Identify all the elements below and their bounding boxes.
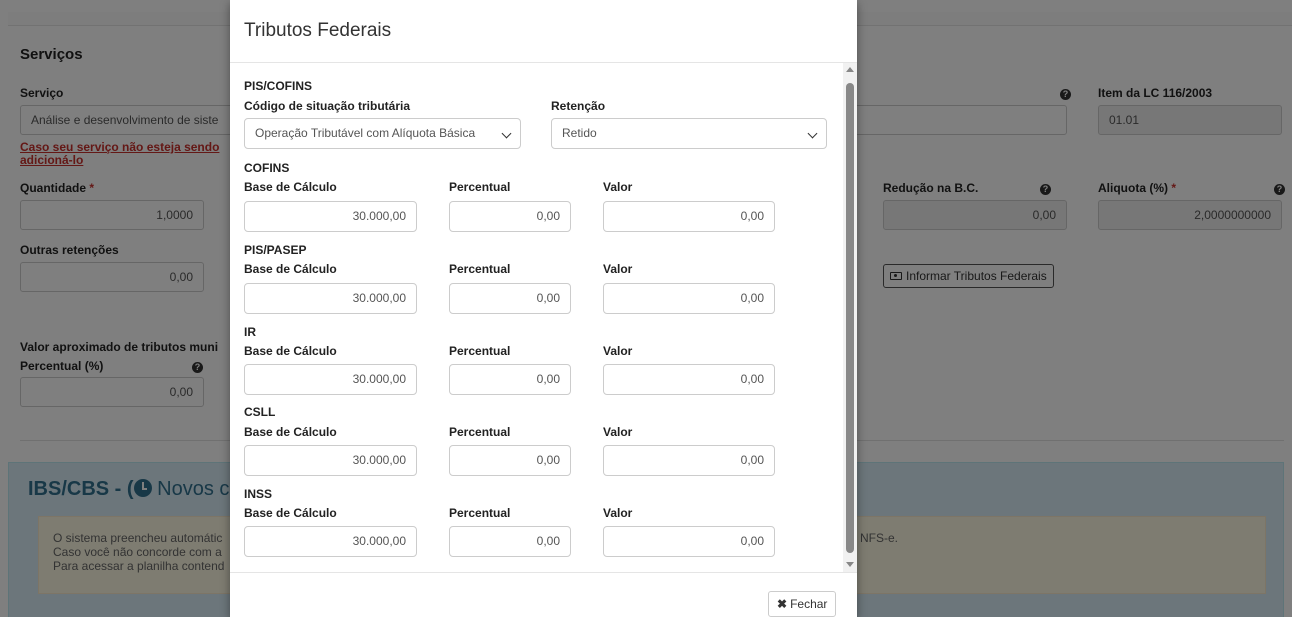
base-label: Base de Cálculo (244, 425, 337, 439)
retencao-select-value: Retido (562, 126, 597, 140)
percentual-label: Percentual (449, 506, 511, 520)
csll-base-input[interactable]: 30.000,00 (244, 445, 417, 476)
tributos-federais-modal: Tributos Federais PIS/COFINS Código de s… (230, 0, 857, 617)
retencao-select[interactable]: Retido (551, 118, 827, 149)
scroll-up-arrow-icon[interactable] (846, 67, 854, 72)
valor-label: Valor (603, 180, 633, 194)
cofins-valor-input[interactable]: 0,00 (603, 201, 775, 232)
valor-label: Valor (603, 506, 633, 520)
percentual-label: Percentual (449, 180, 511, 194)
percentual-label: Percentual (449, 344, 511, 358)
pis-cofins-title: PIS/COFINS (244, 79, 313, 93)
cofins-base-input[interactable]: 30.000,00 (244, 201, 417, 232)
group-title-pis-pasep: PIS/PASEP (244, 243, 307, 257)
pis-pasep-base-input[interactable]: 30.000,00 (244, 283, 417, 314)
valor-label: Valor (603, 425, 633, 439)
fechar-label: Fechar (790, 597, 828, 611)
modal-footer: ✖ Fechar (230, 572, 857, 617)
group-title-ir: IR (244, 325, 256, 339)
modal-title: Tributos Federais (244, 20, 392, 41)
group-title-cofins: COFINS (244, 161, 290, 175)
cst-select-value: Operação Tributável com Alíquota Básica (255, 126, 476, 140)
percentual-label: Percentual (449, 262, 511, 276)
base-label: Base de Cálculo (244, 180, 337, 194)
cofins-percentual-input[interactable]: 0,00 (449, 201, 571, 232)
ir-percentual-input[interactable]: 0,00 (449, 364, 571, 395)
inss-valor-input[interactable]: 0,00 (603, 526, 775, 557)
modal-body: PIS/COFINS Código de situação tributária… (230, 63, 857, 572)
base-label: Base de Cálculo (244, 344, 337, 358)
pis-pasep-valor-input[interactable]: 0,00 (603, 283, 775, 314)
csll-valor-input[interactable]: 0,00 (603, 445, 775, 476)
base-label: Base de Cálculo (244, 506, 337, 520)
percentual-label: Percentual (449, 425, 511, 439)
pis-pasep-percentual-input[interactable]: 0,00 (449, 283, 571, 314)
valor-label: Valor (603, 344, 633, 358)
retencao-label: Retenção (551, 99, 606, 113)
scroll-down-arrow-icon[interactable] (846, 562, 854, 567)
times-icon: ✖ (777, 597, 788, 611)
inss-base-input[interactable]: 30.000,00 (244, 526, 417, 557)
ir-base-input[interactable]: 30.000,00 (244, 364, 417, 395)
base-label: Base de Cálculo (244, 262, 337, 276)
modal-scrollbar[interactable] (843, 63, 857, 572)
csll-percentual-input[interactable]: 0,00 (449, 445, 571, 476)
modal-header: Tributos Federais (230, 0, 857, 63)
group-title-csll: CSLL (244, 405, 276, 419)
ir-valor-input[interactable]: 0,00 (603, 364, 775, 395)
fechar-button[interactable]: ✖ Fechar (768, 591, 837, 617)
chevron-down-icon (501, 128, 512, 139)
scrollbar-thumb[interactable] (846, 83, 854, 553)
inss-percentual-input[interactable]: 0,00 (449, 526, 571, 557)
valor-label: Valor (603, 262, 633, 276)
cst-label: Código de situação tributária (244, 99, 411, 113)
cst-select[interactable]: Operação Tributável com Alíquota Básica (244, 118, 521, 149)
chevron-down-icon (807, 128, 818, 139)
group-title-inss: INSS (244, 487, 273, 501)
